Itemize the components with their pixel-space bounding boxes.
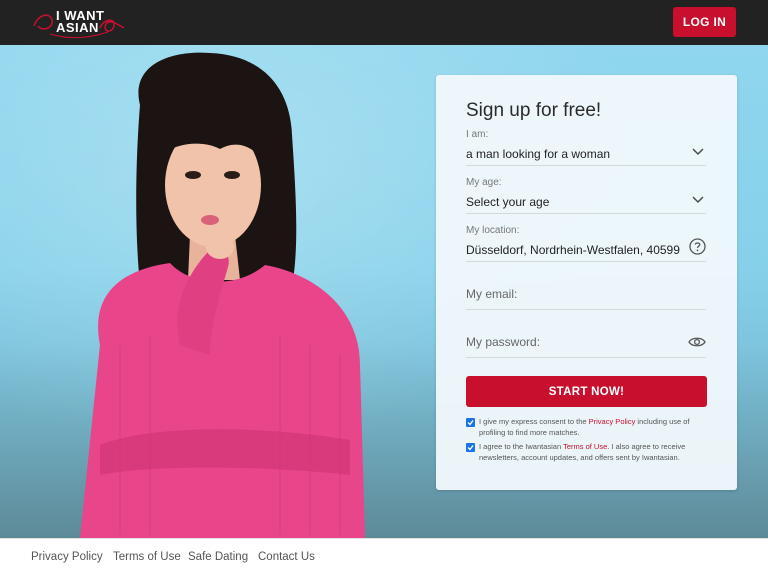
iam-label: I am: (466, 129, 489, 140)
question-circle-icon[interactable] (689, 238, 706, 255)
email-placeholder: My email: (466, 287, 518, 301)
signup-panel: Sign up for free! I am: a man looking fo… (436, 75, 737, 490)
footer-link-safe-dating[interactable]: Safe Dating (188, 551, 248, 563)
hero-woman-photo (80, 52, 365, 538)
password-placeholder: My password: (466, 335, 541, 349)
age-select[interactable]: My age: Select your age (466, 177, 706, 214)
privacy-consent-text-1: I give my express consent to the (479, 417, 589, 426)
terms-consent-text-1: I agree to the Iwantasian (479, 442, 564, 451)
footer-link-privacy-policy[interactable]: Privacy Policy (31, 551, 103, 563)
top-bar: I WANT ASIAN LOG IN (0, 0, 768, 45)
start-now-button[interactable]: START NOW! (466, 376, 707, 407)
iam-select[interactable]: I am: a man looking for a woman (466, 129, 706, 166)
terms-consent: I agree to the Iwantasian Terms of Use. … (466, 442, 711, 463)
checkmark-icon (467, 420, 474, 426)
age-label: My age: (466, 177, 502, 188)
hero-section: Sign up for free! I am: a man looking fo… (0, 45, 768, 538)
logo-line-2: ASIAN (56, 20, 99, 35)
location-value: Düsseldorf, Nordrhein-Westfalen, 40599 (466, 243, 680, 257)
checkmark-icon (467, 445, 474, 451)
chevron-down-icon (692, 148, 704, 155)
footer-link-contact-us[interactable]: Contact Us (258, 551, 315, 563)
privacy-policy-link[interactable]: Privacy Policy (589, 417, 636, 426)
email-input[interactable]: My email: (466, 287, 706, 310)
footer-link-terms-of-use[interactable]: Terms of Use (113, 551, 181, 563)
privacy-consent: I give my express consent to the Privacy… (466, 417, 711, 438)
password-input[interactable]: My password: (466, 335, 706, 358)
iam-value: a man looking for a woman (466, 147, 611, 161)
location-field[interactable]: My location: Düsseldorf, Nordrhein-Westf… (466, 225, 706, 262)
age-value: Select your age (466, 195, 550, 209)
terms-of-use-link[interactable]: Terms of Use (563, 442, 607, 451)
privacy-consent-checkbox[interactable] (466, 418, 475, 427)
signup-title: Sign up for free! (466, 100, 602, 121)
site-logo[interactable]: I WANT ASIAN (30, 6, 126, 40)
terms-consent-checkbox[interactable] (466, 443, 475, 452)
location-label: My location: (466, 225, 520, 236)
login-button[interactable]: LOG IN (673, 7, 736, 37)
footer: Privacy Policy Terms of Use Safe Dating … (0, 538, 768, 576)
chevron-down-icon (692, 196, 704, 203)
eye-icon[interactable] (688, 336, 706, 348)
logo-text: I WANT ASIAN (56, 9, 112, 35)
